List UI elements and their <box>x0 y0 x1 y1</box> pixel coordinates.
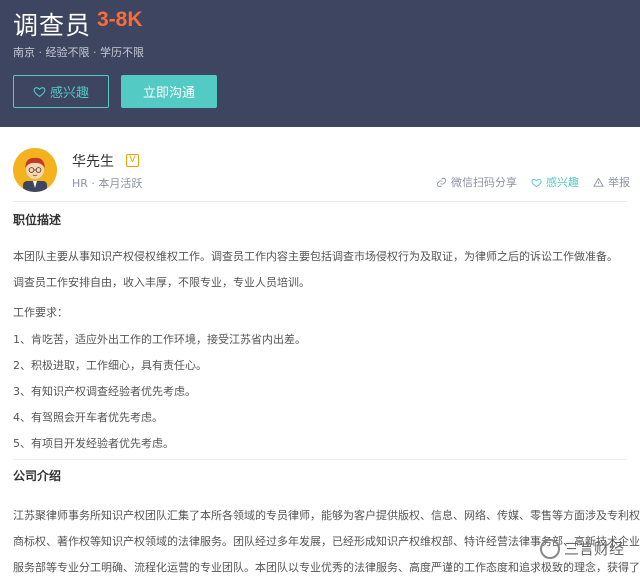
divider <box>13 459 627 460</box>
report-link[interactable]: 举报 <box>593 174 630 190</box>
interest-button-label: 感兴趣 <box>49 86 89 101</box>
divider <box>13 201 627 202</box>
avatar <box>13 148 57 192</box>
watermark-logo-icon <box>540 538 560 559</box>
avatar-illustration <box>13 148 57 192</box>
link-icon <box>436 177 447 187</box>
job-header: 调查员 3-8K 南京 · 经验不限 · 学历不限 感兴趣 立即沟通 <box>0 0 640 127</box>
recruiter-actions: 微信扫码分享 感兴趣 举报 <box>436 174 630 190</box>
section-title-description: 职位描述 <box>13 213 62 227</box>
warning-icon <box>593 176 604 187</box>
company-intro-line: 服务部等专业分工明确、流程化运营的专业团队。本团队以专业优秀的法律服务、高度严谨… <box>13 561 640 574</box>
salary: 3-8K <box>97 8 143 31</box>
report-label: 举报 <box>608 176 630 189</box>
job-title: 调查员 <box>13 11 92 40</box>
interest-button[interactable]: 感兴趣 <box>13 75 109 108</box>
section-title-company: 公司介绍 <box>13 469 62 483</box>
verified-badge-icon: V <box>126 154 139 167</box>
recruiter-meta: HR · 本月活跃 <box>72 177 143 190</box>
interest-link-label: 感兴趣 <box>546 176 579 189</box>
company-intro-line: 江苏聚律师事务所知识产权团队汇集了本所各领域的专员律师，能够为客户提供版权、信息… <box>13 509 640 522</box>
requirement-item: 4、有驾照会开车者优先考虑。 <box>13 411 163 424</box>
chat-now-button[interactable]: 立即沟通 <box>121 75 217 108</box>
share-label: 微信扫码分享 <box>451 176 517 189</box>
description-intro: 本团队主要从事知识产权侵权维权工作。调查员工作内容主要包括调查市场侵权行为及取证… <box>13 250 618 289</box>
requirements-title: 工作要求： <box>13 306 68 319</box>
requirement-item: 1、肯吃苦，适应外出工作的工作环境，接受江苏省内出差。 <box>13 333 306 346</box>
heart-icon <box>33 87 46 98</box>
requirement-item: 2、积极进取，工作细心，具有责任心。 <box>13 359 207 372</box>
recruiter-name: 华先生 <box>72 154 114 170</box>
watermark-text: 三言财经 <box>564 540 625 558</box>
share-wechat-link[interactable]: 微信扫码分享 <box>436 174 517 190</box>
heart-icon <box>531 178 542 187</box>
chat-now-label: 立即沟通 <box>142 86 195 101</box>
watermark: 三言财经 <box>540 538 624 559</box>
interest-link[interactable]: 感兴趣 <box>531 174 579 190</box>
requirement-item: 5、有项目开发经验者优先考虑。 <box>13 437 174 450</box>
requirement-item: 3、有知识产权调查经验者优先考虑。 <box>13 385 196 398</box>
job-meta: 南京 · 经验不限 · 学历不限 <box>13 46 144 59</box>
